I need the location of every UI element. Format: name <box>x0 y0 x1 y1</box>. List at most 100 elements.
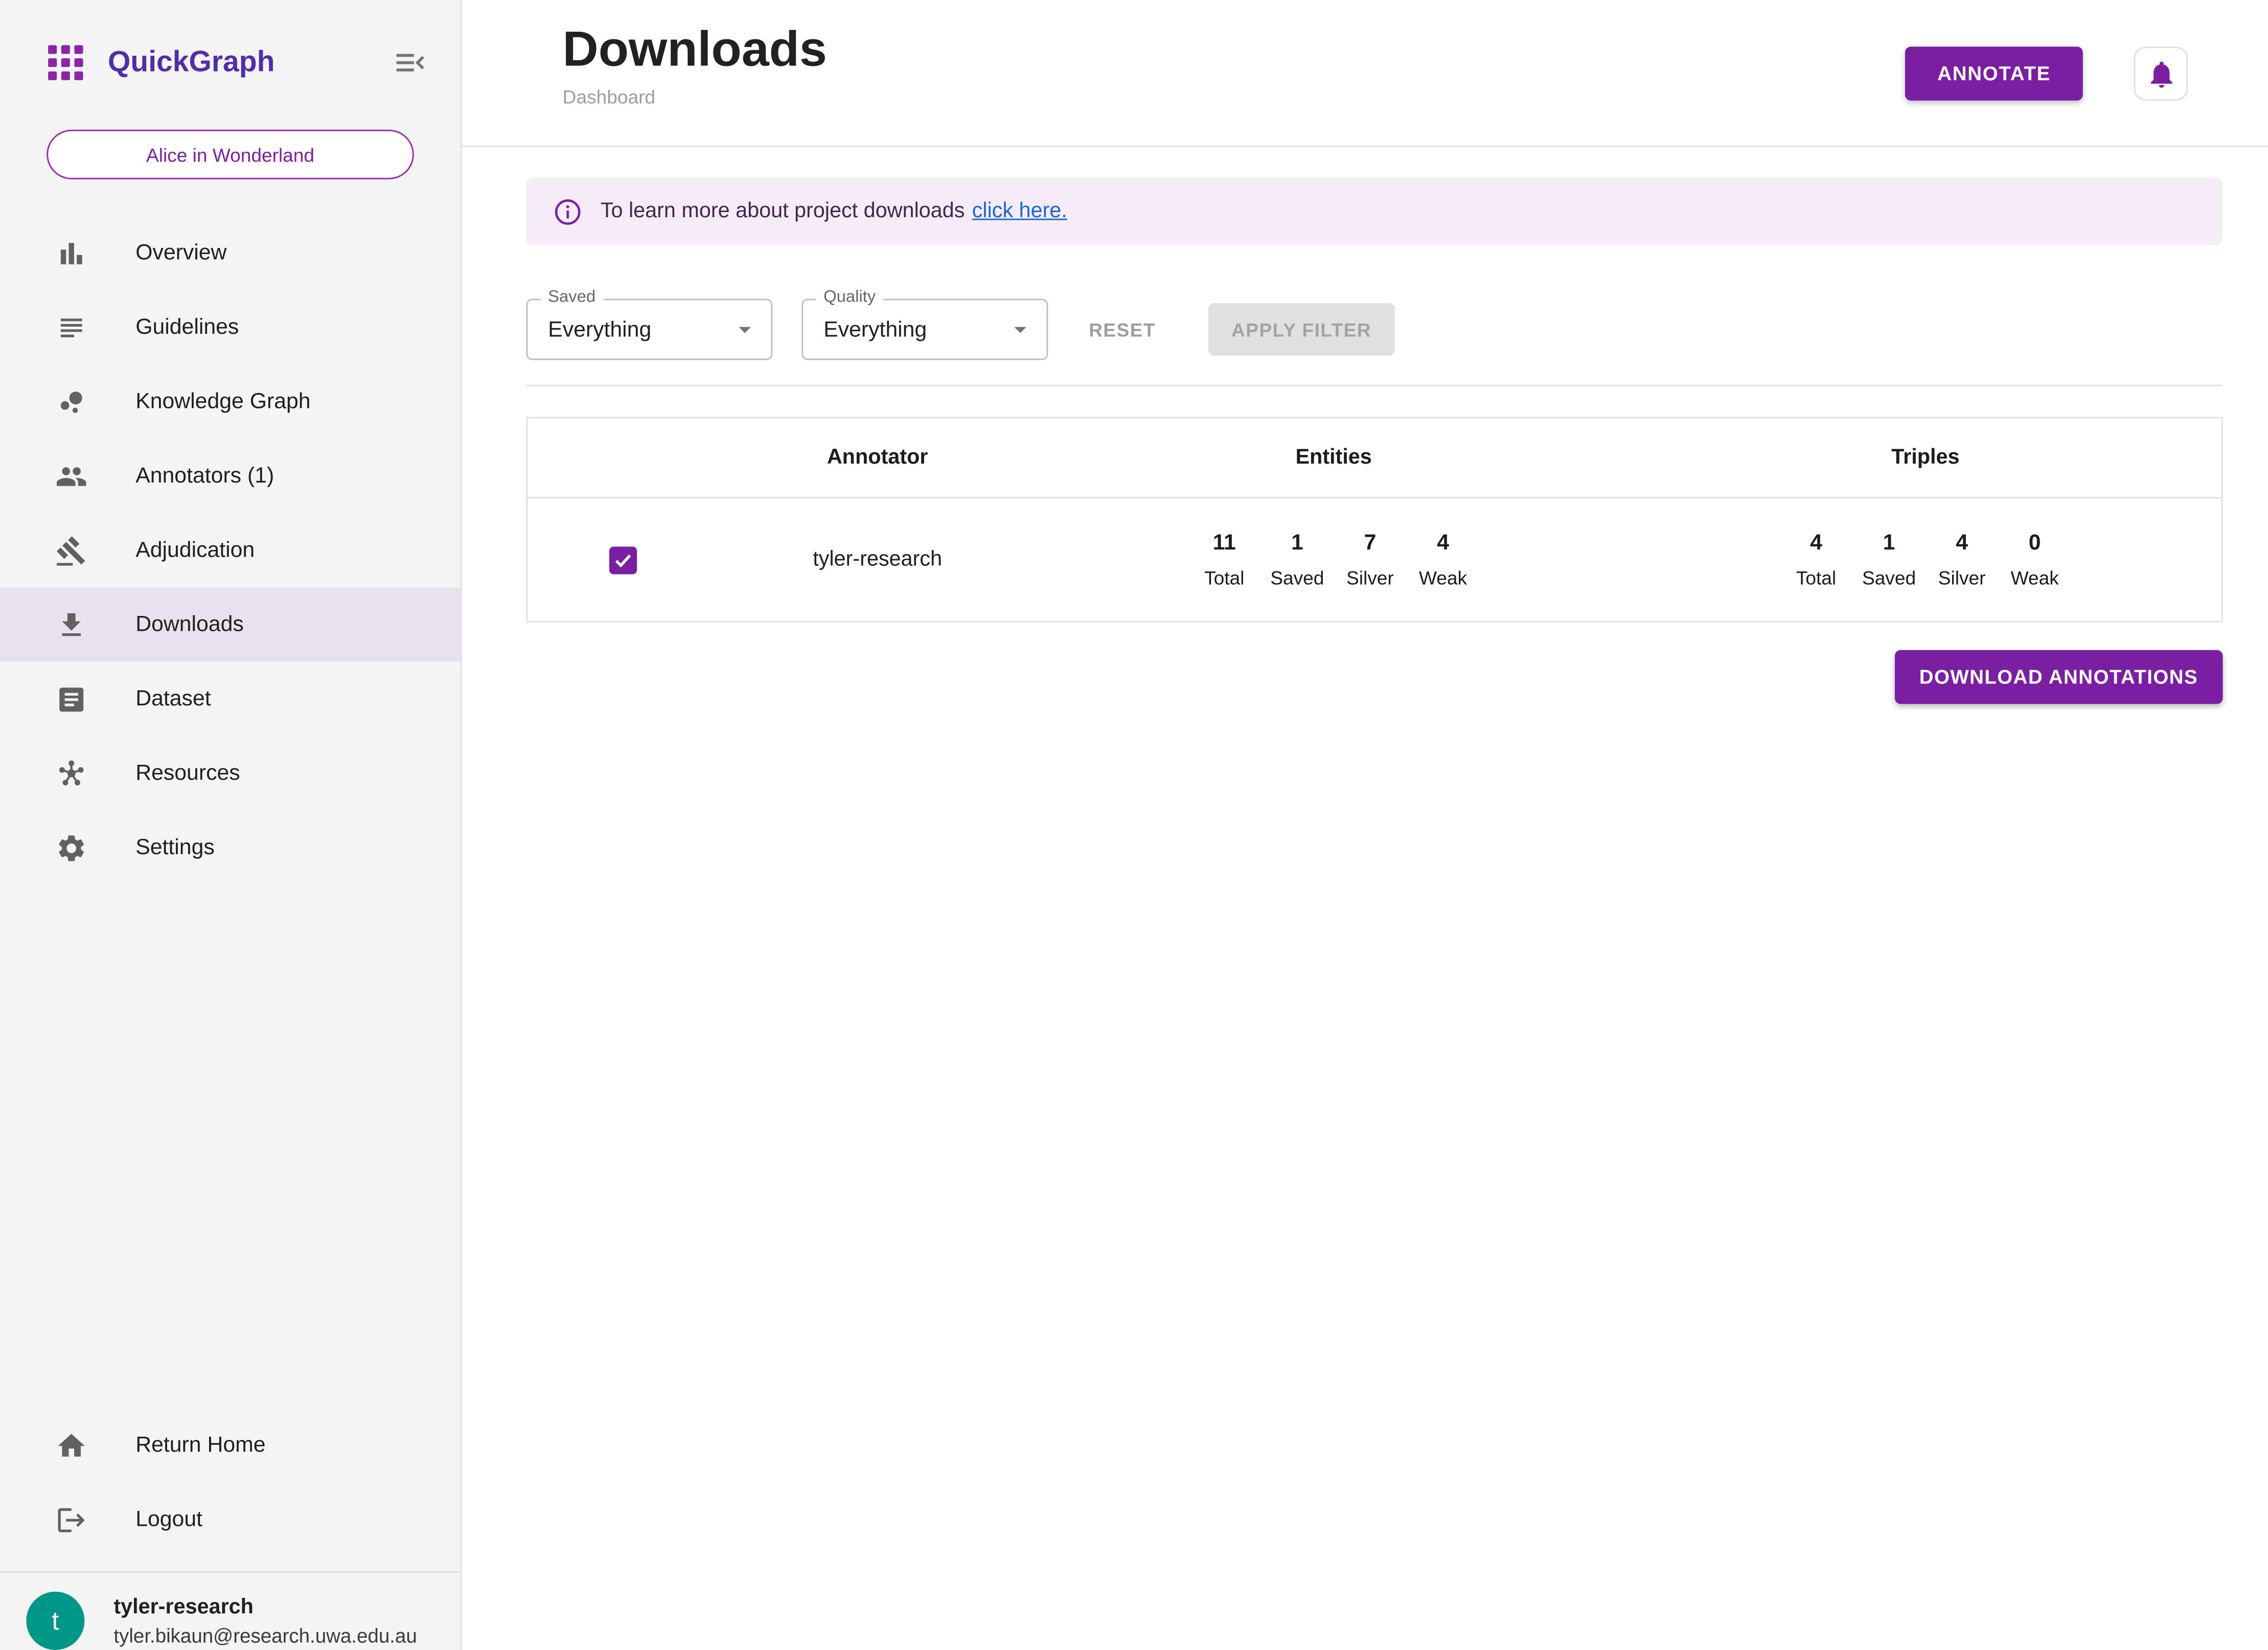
user-email: tyler.bikaun@research.uwa.edu.au <box>113 1624 417 1646</box>
app-title: QuickGraph <box>108 45 275 78</box>
sidebar-item-return-home[interactable]: Return Home <box>0 1408 461 1482</box>
stat-triples-silver: 4 Silver <box>1929 531 1996 589</box>
user-text-block: tyler-research tyler.bikaun@research.uwa… <box>113 1595 417 1646</box>
stat-triples-weak: 0 Weak <box>2001 531 2068 589</box>
column-header-annotator: Annotator <box>827 446 928 470</box>
sidebar-item-settings[interactable]: Settings <box>0 810 461 884</box>
saved-filter-select[interactable]: Saved Everything <box>526 288 773 360</box>
download-annotations-button[interactable]: DOWNLOAD ANNOTATIONS <box>1894 650 2223 704</box>
stat-triples-total: 4 Total <box>1782 531 1849 589</box>
chevron-down-icon <box>730 315 760 344</box>
main-area: Downloads Dashboard ANNOTATE To learn mo… <box>462 0 2268 1650</box>
sidebar: QuickGraph Alice in Wonderland Overview … <box>0 0 462 1650</box>
sidebar-item-label: Downloads <box>135 612 244 637</box>
stat-label: Total <box>1204 567 1245 589</box>
stat-label: Silver <box>1346 567 1394 589</box>
stat-entities-silver: 7 Silver <box>1337 531 1404 589</box>
quality-filter-value: Everything <box>823 317 927 342</box>
menu-collapse-icon <box>392 45 427 80</box>
page-title: Downloads <box>562 21 827 78</box>
info-banner: To learn more about project downloads cl… <box>526 177 2223 245</box>
stat-entities-saved: 1 Saved <box>1264 531 1331 589</box>
row-checkbox-checked[interactable] <box>608 545 636 574</box>
stat-label: Silver <box>1938 567 1986 589</box>
entities-stats: 11 Total 1 Saved 7 Silver 4 Weak <box>1038 531 1630 589</box>
bar-chart-icon <box>55 237 87 269</box>
collapse-sidebar-button[interactable] <box>391 44 428 82</box>
chevron-down-icon <box>1006 315 1035 344</box>
stat-value: 4 <box>1810 530 1822 556</box>
banner-text: To learn more about project downloads <box>600 199 965 223</box>
sidebar-item-label: Guidelines <box>135 314 239 340</box>
table-row: tyler-research 11 Total 1 Saved 7 Silver <box>528 498 2221 621</box>
sidebar-item-label: Overview <box>135 240 227 265</box>
user-name: tyler-research <box>113 1595 254 1619</box>
logo-row: QuickGraph <box>0 0 461 82</box>
stat-value: 7 <box>1364 530 1377 556</box>
notifications-button[interactable] <box>2134 47 2188 101</box>
table-actions: DOWNLOAD ANNOTATIONS <box>526 650 2223 704</box>
apply-filter-button[interactable]: APPLY FILTER <box>1208 303 1395 356</box>
sidebar-item-guidelines[interactable]: Guidelines <box>0 290 461 364</box>
logout-icon <box>55 1503 87 1536</box>
project-name-button[interactable]: Alice in Wonderland <box>47 129 414 179</box>
notes-icon <box>55 311 87 343</box>
article-icon <box>55 683 87 715</box>
page-subtitle: Dashboard <box>562 86 656 108</box>
annotate-button[interactable]: ANNOTATE <box>1905 47 2083 101</box>
sidebar-item-label: Return Home <box>135 1433 266 1458</box>
home-icon <box>55 1429 87 1461</box>
annotator-name: tyler-research <box>813 548 942 571</box>
quality-filter-select[interactable]: Quality Everything <box>801 288 1048 360</box>
stat-label: Saved <box>1270 567 1324 589</box>
quickgraph-app: QuickGraph Alice in Wonderland Overview … <box>0 0 2268 1650</box>
sidebar-item-knowledge-graph[interactable]: Knowledge Graph <box>0 364 461 439</box>
section-divider <box>526 384 2223 386</box>
sidebar-item-annotators[interactable]: Annotators (1) <box>0 439 461 513</box>
stat-triples-saved: 1 Saved <box>1855 531 1922 589</box>
stat-entities-weak: 4 Weak <box>1409 531 1476 589</box>
stat-label: Saved <box>1862 567 1916 589</box>
apps-grid-icon <box>48 45 83 80</box>
sidebar-item-dataset[interactable]: Dataset <box>0 662 461 736</box>
downloads-table: Annotator Entities Triples tyler-researc… <box>526 417 2223 623</box>
sidebar-item-adjudication[interactable]: Adjudication <box>0 513 461 587</box>
stat-entities-total: 11 Total <box>1191 531 1258 589</box>
stat-label: Weak <box>1418 567 1468 589</box>
sidebar-item-logout[interactable]: Logout <box>0 1482 461 1556</box>
bubble-chart-icon <box>55 385 87 418</box>
hub-icon <box>55 757 87 789</box>
stat-value: 1 <box>1883 530 1895 556</box>
reset-button[interactable]: RESET <box>1089 318 1156 340</box>
gear-icon <box>55 832 87 864</box>
avatar: t <box>26 1591 85 1650</box>
stat-value: 11 <box>1212 530 1236 556</box>
sidebar-item-label: Settings <box>135 835 215 860</box>
bell-icon <box>2145 58 2177 90</box>
table-header-row: Annotator Entities Triples <box>528 418 2221 499</box>
stat-value: 1 <box>1291 530 1303 556</box>
column-header-triples: Triples <box>1891 446 1960 470</box>
stat-value: 4 <box>1437 530 1449 556</box>
triples-stats: 4 Total 1 Saved 4 Silver 0 Weak <box>1630 531 2221 589</box>
column-header-entities: Entities <box>1295 446 1372 470</box>
sidebar-item-label: Logout <box>135 1507 203 1532</box>
row-checkbox-cell <box>528 545 717 574</box>
download-icon <box>55 609 87 641</box>
info-icon <box>554 197 582 225</box>
banner-link[interactable]: click here. <box>972 200 1067 223</box>
sidebar-item-resources[interactable]: Resources <box>0 736 461 810</box>
stat-label: Total <box>1796 567 1837 589</box>
sidebar-item-label: Annotators (1) <box>135 463 274 489</box>
sidebar-item-label: Dataset <box>135 686 211 712</box>
people-icon <box>55 460 87 492</box>
header-actions: ANNOTATE <box>1905 47 2188 101</box>
sidebar-nav: Overview Guidelines Knowledge Graph Anno… <box>0 216 461 885</box>
stat-value: 4 <box>1956 530 1968 556</box>
sidebar-item-overview[interactable]: Overview <box>0 216 461 290</box>
user-info: t tyler-research tyler.bikaun@research.u… <box>0 1573 461 1650</box>
sidebar-item-downloads[interactable]: Downloads <box>0 587 461 662</box>
saved-filter-label: Saved <box>540 288 603 306</box>
sidebar-item-label: Adjudication <box>135 538 255 563</box>
sidebar-item-label: Knowledge Graph <box>135 389 311 414</box>
